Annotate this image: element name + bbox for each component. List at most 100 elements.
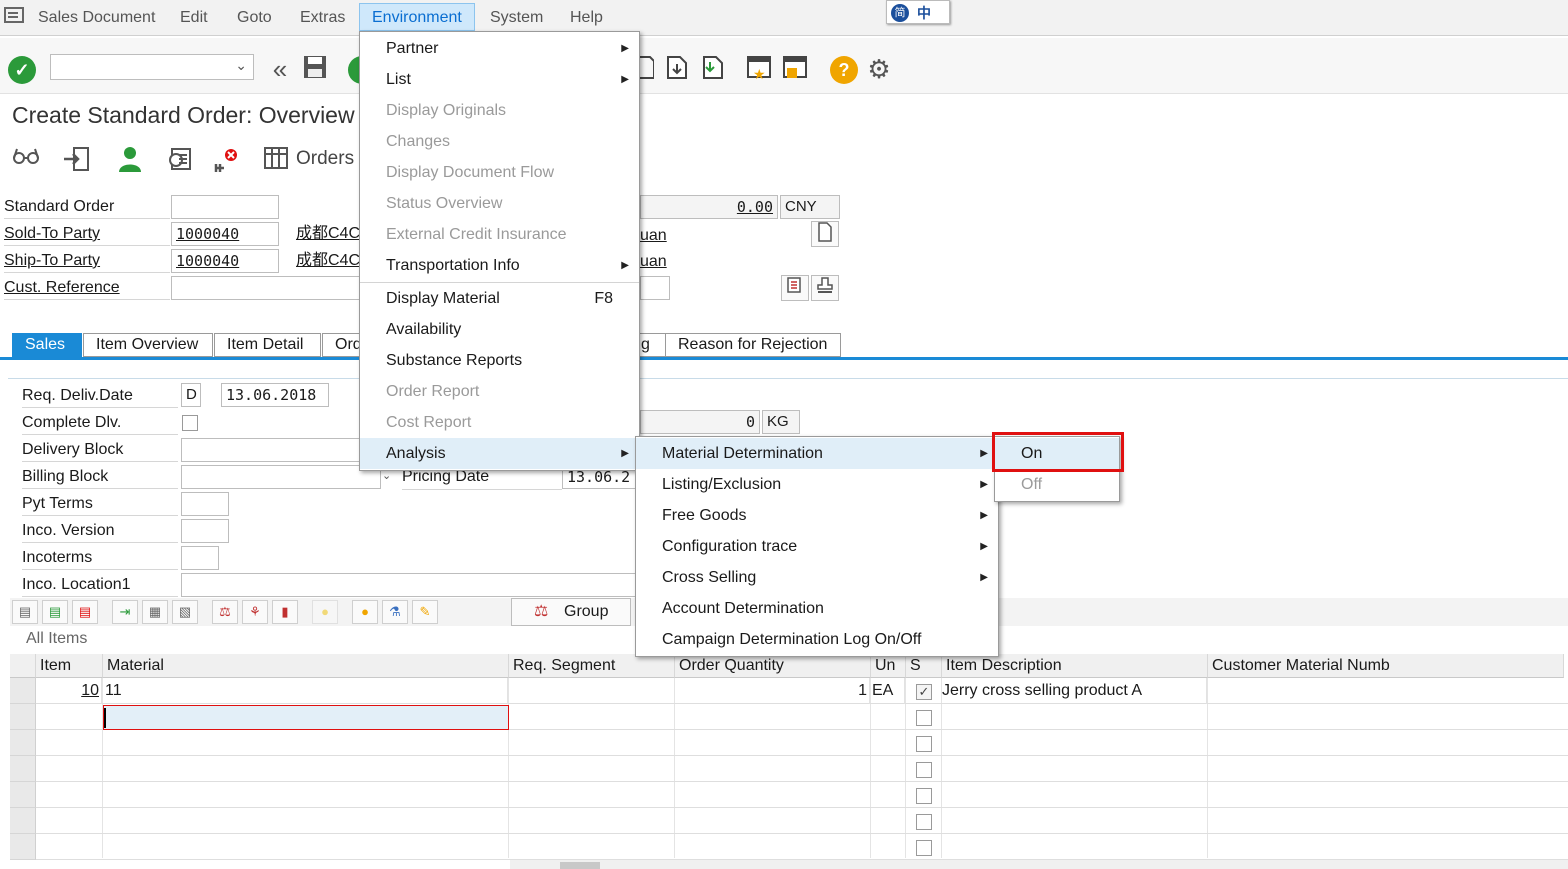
row-selector[interactable] [10,808,36,834]
partner-list-icon[interactable] [781,275,809,301]
group-button[interactable]: ⚖ Group [511,598,631,626]
menu-item-availability[interactable]: Availability [360,314,639,345]
pyt-terms-field[interactable] [181,492,229,516]
inco-location-field[interactable] [181,573,636,597]
menu-item-configuration-trace[interactable]: Configuration trace ▶ [636,531,998,562]
menu-item-listing-exclusion[interactable]: Listing/Exclusion ▶ [636,469,998,500]
sap-menu-icon[interactable] [4,7,24,23]
grid-corner[interactable] [10,654,36,678]
orders-button[interactable]: Orders [296,148,354,170]
row-checkbox[interactable] [916,814,932,830]
notes-icon[interactable]: ✎ [412,600,438,624]
cell-order-quantity[interactable]: 1 [675,678,870,704]
orders-table-icon[interactable] [262,146,290,174]
menu-item-account-determination[interactable]: Account Determination [636,593,998,624]
menu-edit[interactable]: Edit [168,4,220,32]
display-glasses-icon[interactable] [12,146,40,174]
billing-block-field[interactable] [181,465,381,489]
menu-item-transportation-info[interactable]: Transportation Info ▶ [360,250,639,281]
horizontal-scrollbar[interactable] [510,860,1568,869]
delete-row-icon[interactable]: ▤ [72,600,98,624]
cust-reference-date-field[interactable] [640,276,670,300]
menu-extras[interactable]: Extras [288,4,357,32]
menu-goto[interactable]: Goto [225,4,284,32]
tab-ordering-party[interactable]: Ord [322,333,362,357]
ime-indicator[interactable]: 简 中 [886,0,950,24]
row-selector[interactable] [10,730,36,756]
document-icon[interactable] [811,221,839,247]
menu-item-substance-reports[interactable]: Substance Reports [360,345,639,376]
shortcut-icon[interactable] [780,54,810,84]
row-selector[interactable] [10,756,36,782]
select-all-icon[interactable]: ▦ [142,600,168,624]
deselect-all-icon[interactable]: ▧ [172,600,198,624]
menu-item-cross-selling[interactable]: Cross Selling ▶ [636,562,998,593]
row-selector[interactable] [10,834,36,860]
command-field[interactable]: ⌄ [50,54,254,80]
row-checkbox-checked[interactable]: ✓ [916,684,932,700]
menu-system[interactable]: System [478,4,555,32]
back-icon[interactable]: « [262,54,292,84]
ship-to-party-field[interactable]: 1000040 [171,249,279,273]
tab-item-overview[interactable]: Item Overview [83,333,213,357]
configuration-icon[interactable]: ⚘ [242,600,268,624]
col-header-item[interactable]: Item [36,654,103,678]
menu-item-campaign-determination-log[interactable]: Campaign Determination Log On/Off [636,624,998,655]
user-green-icon[interactable] [116,146,144,174]
row-selector[interactable] [10,678,36,704]
flask-icon[interactable]: ⚗ [382,600,408,624]
menu-item-partner[interactable]: Partner ▶ [360,33,639,64]
standard-order-field[interactable] [171,195,279,219]
menu-help[interactable]: Help [558,4,615,32]
row-checkbox[interactable] [916,736,932,752]
col-header-order-quantity[interactable]: Order Quantity [675,654,871,678]
ship-to-party-label[interactable]: Ship-To Party [4,249,170,273]
move-rows-icon[interactable]: ⇥ [112,600,138,624]
sold-to-partial-text[interactable]: uan [640,224,667,248]
sold-to-party-field[interactable]: 1000040 [171,222,279,246]
complete-dlv-checkbox[interactable] [182,415,198,431]
row-checkbox[interactable] [916,788,932,804]
sold-to-party-label[interactable]: Sold-To Party [4,222,170,246]
menu-item-material-determination[interactable]: Material Determination ▶ [636,438,998,469]
doc-transfer-icon[interactable] [696,54,726,84]
chart-icon[interactable]: ▮ [272,600,298,624]
ship-to-party-name[interactable]: 成都C4C [296,249,360,273]
col-header-material[interactable]: Material [103,654,509,678]
material-input-active[interactable] [103,705,509,730]
scrollbar-thumb[interactable] [560,862,600,869]
insert-row-icon[interactable]: ▤ [42,600,68,624]
doc-download-icon[interactable] [662,54,692,84]
cell-material[interactable]: 11 [103,678,508,704]
settings-gear-icon[interactable]: ⚙ [864,54,894,84]
cust-reference-field[interactable] [171,276,371,300]
menu-item-analysis[interactable]: Analysis ▶ [360,438,639,469]
cell-item[interactable]: 10 [36,678,102,704]
cust-reference-label[interactable]: Cust. Reference [4,276,170,300]
row-selector[interactable] [10,782,36,808]
menu-item-list[interactable]: List ▶ [360,64,639,95]
cell-item-description[interactable]: Jerry cross selling product A [942,678,1207,704]
tab-item-detail[interactable]: Item Detail [214,333,321,357]
req-deliv-date-type-field[interactable]: D [181,383,201,407]
tab-sales[interactable]: Sales [12,333,82,357]
col-header-item-description[interactable]: Item Description [942,654,1208,678]
print-stamp-icon[interactable] [811,275,839,301]
pricing-coins-icon[interactable]: ● [352,600,378,624]
menu-environment[interactable]: Environment [359,3,475,31]
col-header-s[interactable]: S [906,654,942,678]
req-deliv-date-field[interactable]: 13.06.2018 [221,383,329,407]
ship-to-partial-text[interactable]: uan [640,250,667,274]
col-header-req-segment[interactable]: Req. Segment [509,654,675,678]
row-checkbox[interactable] [916,710,932,726]
item-detail-icon[interactable]: ▤ [12,600,38,624]
menu-item-display-material[interactable]: Display Material F8 [360,283,639,314]
cell-unit[interactable]: EA [871,678,905,704]
row-checkbox[interactable] [916,762,932,778]
partner-delete-icon[interactable] [212,146,240,174]
chevron-down-icon[interactable]: ⌄ [235,57,247,74]
menu-item-free-goods[interactable]: Free Goods ▶ [636,500,998,531]
sold-to-party-name[interactable]: 成都C4C [296,222,360,246]
save-icon[interactable] [300,54,330,84]
inco-version-field[interactable] [181,519,229,543]
